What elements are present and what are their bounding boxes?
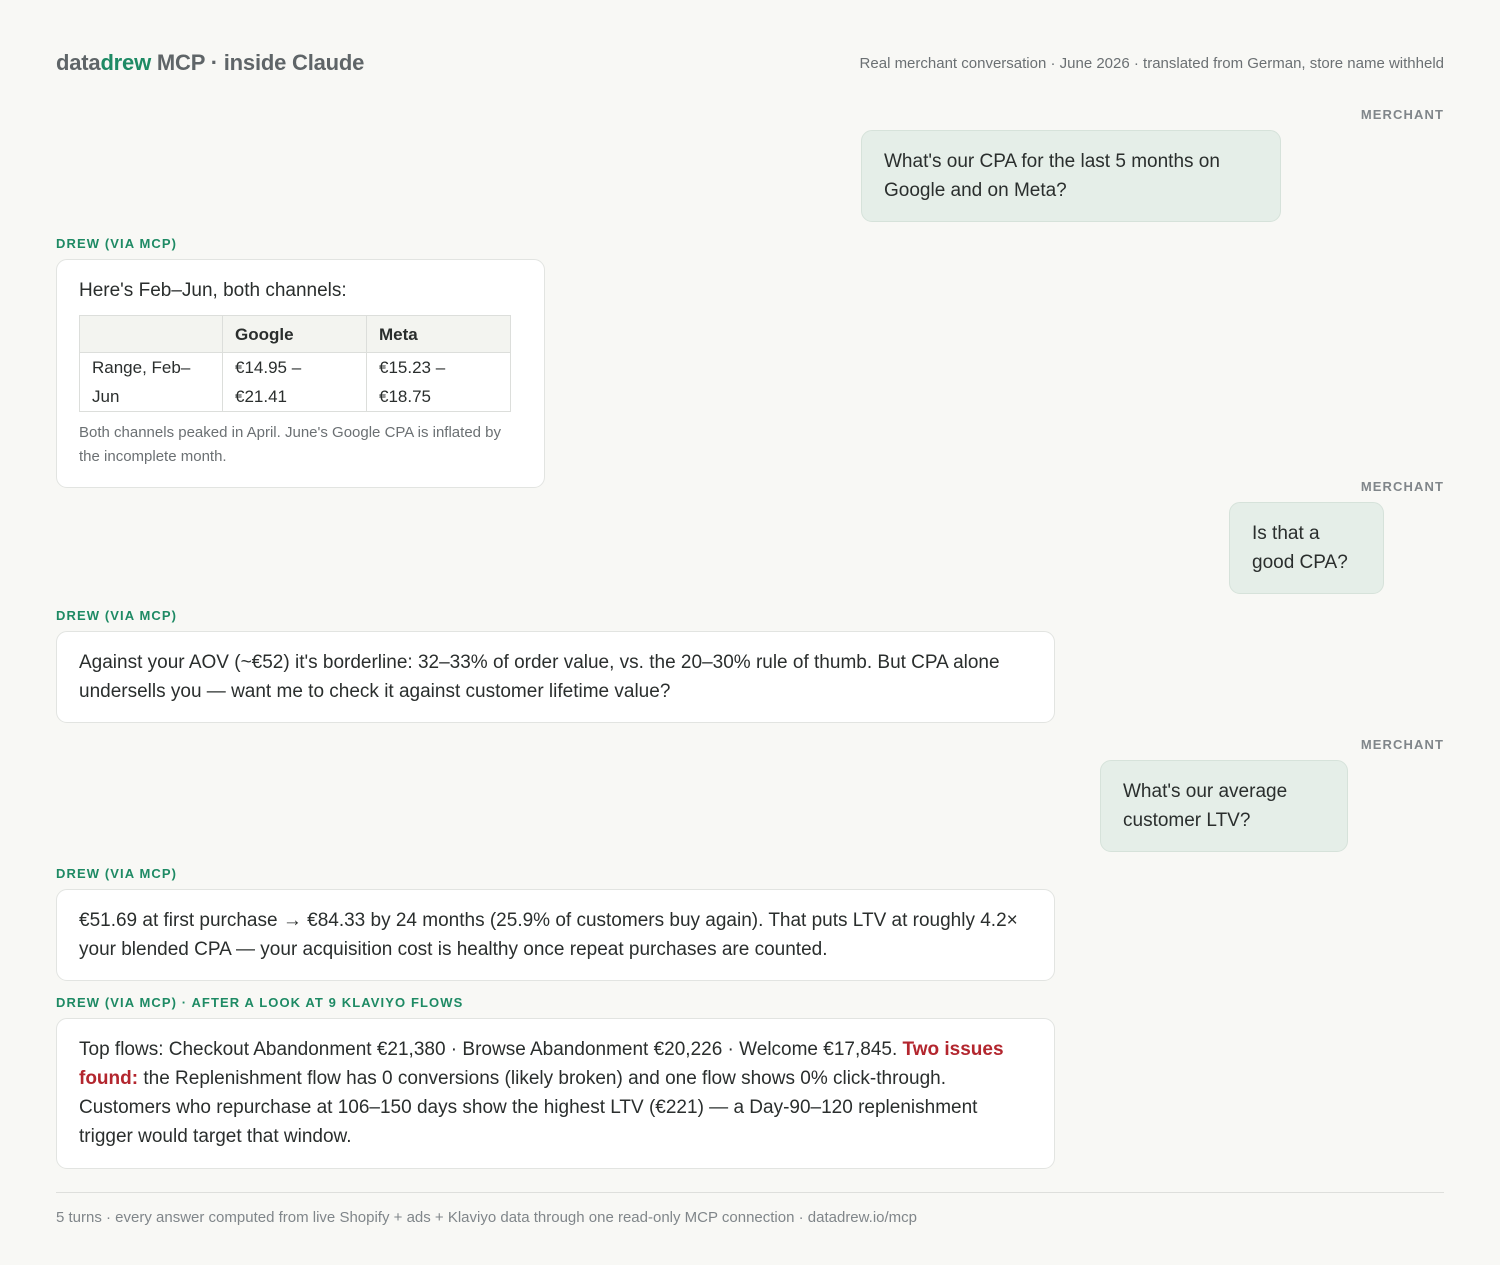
- drew-message: Here's Feb–Jun, both channels: Google Me…: [56, 259, 545, 488]
- brand-rest: MCP · inside Claude: [151, 50, 365, 75]
- drew-intro: Here's Feb–Jun, both channels:: [79, 280, 347, 301]
- merchant-label: MERCHANT: [1360, 737, 1444, 752]
- header-subtitle: Real merchant conversation · June 2026 ·…: [859, 54, 1444, 72]
- merchant-message: What's our CPA for the last 5 months on …: [861, 130, 1281, 222]
- drew-flows-summary: Top flows: Checkout Abandonment €21,380 …: [79, 1039, 903, 1060]
- drew-klaviyo-label: DREW (VIA MCP) · AFTER A LOOK AT 9 KLAVI…: [56, 995, 464, 1010]
- brand-title: datadrew MCP · inside Claude: [56, 50, 364, 76]
- drew-message: €51.69 at first purchase → €84.33 by 24 …: [56, 889, 1055, 981]
- table-header-cell: Google: [222, 315, 367, 353]
- drew-message: Against your AOV (~€52) it's borderline:…: [56, 631, 1055, 723]
- table-row: Range, Feb–Jun €14.95 – €21.41 €15.23 – …: [79, 352, 511, 412]
- brand-drew: drew: [100, 50, 151, 75]
- table-cell: Range, Feb–Jun: [79, 352, 223, 412]
- table-header-row: Google Meta: [79, 315, 511, 353]
- cpa-table: Google Meta Range, Feb–Jun €14.95 – €21.…: [79, 315, 511, 412]
- table-header-cell: [79, 315, 223, 353]
- drew-note: Both channels peaked in April. June's Go…: [79, 424, 502, 465]
- table-cell: €14.95 – €21.41: [222, 352, 367, 412]
- header: datadrew MCP · inside Claude Real mercha…: [56, 46, 1444, 80]
- table-header-cell: Meta: [366, 315, 511, 353]
- drew-label: DREW (VIA MCP): [56, 608, 178, 623]
- table-cell: €15.23 – €18.75: [366, 352, 511, 412]
- drew-label: DREW (VIA MCP): [56, 866, 178, 881]
- drew-label: DREW (VIA MCP): [56, 236, 178, 251]
- drew-message: Top flows: Checkout Abandonment €21,380 …: [56, 1018, 1055, 1169]
- merchant-message: What's our average customer LTV?: [1100, 760, 1348, 852]
- drew-issues-detail: the Replenishment flow has 0 conversions…: [79, 1068, 978, 1147]
- merchant-label: MERCHANT: [1360, 107, 1444, 122]
- merchant-message: Is that a good CPA?: [1229, 502, 1384, 594]
- merchant-label: MERCHANT: [1360, 479, 1444, 494]
- brand-data: data: [56, 50, 101, 75]
- footer: 5 turns · every answer computed from liv…: [56, 1192, 1444, 1226]
